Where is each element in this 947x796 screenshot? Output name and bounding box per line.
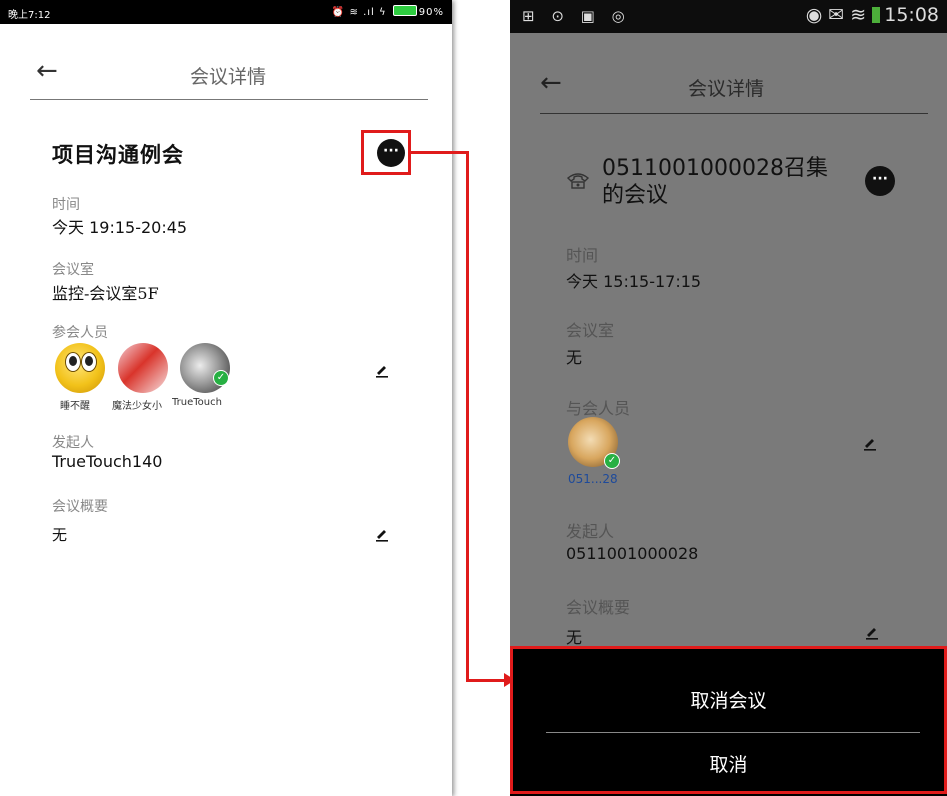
- attendees-label: 参会人员: [52, 325, 108, 341]
- status-icons: ⏰ ≋ .ıl ϟ 90%: [332, 5, 444, 18]
- edit-pencil-icon[interactable]: [374, 526, 390, 542]
- avatar-pupil: [85, 356, 93, 366]
- room-label: 会议室: [52, 262, 94, 278]
- avatar-pupil: [69, 356, 77, 366]
- header-divider: [540, 113, 928, 114]
- status-bar: 晚上7:12 ⏰ ≋ .ıl ϟ 90%: [0, 0, 452, 24]
- check-icon: ✓: [213, 370, 229, 386]
- organizer-label: 发起人: [566, 522, 615, 541]
- back-arrow-icon[interactable]: ←: [540, 68, 562, 98]
- connector-line: [466, 679, 506, 682]
- avatar[interactable]: [55, 343, 105, 393]
- highlight-box: [510, 646, 947, 794]
- edit-pencil-icon[interactable]: [862, 435, 878, 451]
- time-value: 今天 15:15-17:15: [566, 272, 702, 291]
- avatar-eye: [65, 352, 81, 372]
- summary-label: 会议概要: [566, 598, 631, 617]
- battery-icon: [872, 7, 881, 23]
- connector-line: [466, 151, 469, 682]
- header-divider: [30, 99, 428, 100]
- status-time: 15:08: [884, 4, 939, 26]
- organizer-value: TrueTouch140: [52, 452, 163, 471]
- page-title: 会议详情: [688, 78, 765, 100]
- attendee-name: 魔法少女小: [112, 401, 162, 412]
- room-value: 无: [566, 348, 583, 367]
- left-phone-screen: 晚上7:12 ⏰ ≋ .ıl ϟ 90% ← 会议详情 项目沟通例会 ··· 时…: [0, 0, 452, 796]
- more-options-button[interactable]: ···: [865, 166, 895, 196]
- edit-pencil-icon[interactable]: [374, 362, 390, 378]
- notification-icons: ⊞ ⊙ ▣ ◎: [522, 7, 631, 25]
- organizer-label: 发起人: [52, 435, 94, 451]
- status-time: 晚上7:12: [8, 10, 51, 21]
- time-label: 时间: [52, 197, 80, 213]
- room-label: 会议室: [566, 321, 615, 340]
- battery-icon: [392, 5, 417, 16]
- attendee-name: 051...28: [568, 472, 618, 486]
- connector-line: [411, 151, 469, 154]
- summary-label: 会议概要: [52, 499, 108, 515]
- status-signal-icons: ⏰ ≋ .ıl ϟ: [331, 7, 387, 18]
- room-value: 监控-会议室5F: [52, 284, 159, 303]
- attendees-label: 与会人员: [566, 399, 631, 418]
- summary-value: 无: [566, 628, 583, 647]
- battery-level: 90%: [418, 7, 444, 18]
- status-bar: ⊞ ⊙ ▣ ◎ ◉ ✉ ≋ 15:08: [510, 0, 947, 33]
- organizer-value: 0511001000028: [566, 544, 699, 563]
- time-value: 今天 19:15-20:45: [52, 218, 188, 237]
- status-signal-icons: ◉ ✉ ≋: [805, 4, 867, 26]
- status-icons: ◉ ✉ ≋ 15:08: [806, 4, 939, 26]
- check-icon: ✓: [604, 453, 620, 469]
- meeting-title: 0511001000028召集的会议: [602, 156, 828, 208]
- attendee-name: 睡不醒: [60, 401, 90, 412]
- edit-pencil-icon[interactable]: [864, 624, 880, 640]
- meeting-title: 项目沟通例会: [52, 142, 184, 167]
- summary-value: 无: [52, 526, 68, 544]
- avatar-eye: [81, 352, 97, 372]
- back-arrow-icon[interactable]: ←: [36, 56, 58, 86]
- phone-meeting-icon: [566, 173, 590, 189]
- highlight-box: [361, 130, 411, 175]
- avatar[interactable]: [118, 343, 168, 393]
- time-label: 时间: [566, 246, 599, 265]
- page-title: 会议详情: [190, 66, 267, 88]
- attendee-name: TrueTouch: [172, 397, 222, 408]
